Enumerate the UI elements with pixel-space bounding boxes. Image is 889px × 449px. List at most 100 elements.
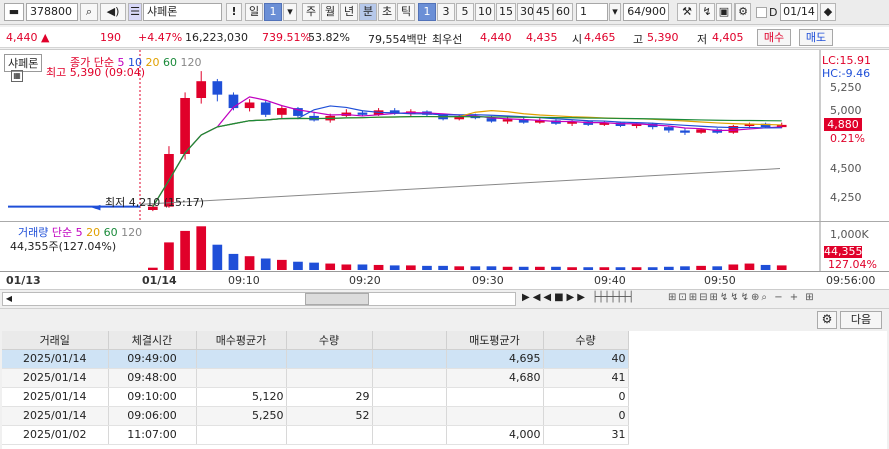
speaker-icon[interactable]: ◀): [100, 3, 126, 21]
table-cell: 2025/01/14: [2, 387, 109, 407]
volume-bar: [325, 263, 336, 270]
search-icon[interactable]: ⌕: [80, 3, 98, 21]
volume-bar: [212, 244, 223, 270]
col-header[interactable]: 체결시간: [108, 331, 197, 350]
trade-amount: 79,554백만: [368, 33, 427, 46]
minute-3[interactable]: 3: [437, 3, 455, 21]
volume-bar: [180, 230, 190, 270]
table-cell: [196, 425, 287, 445]
interval-input[interactable]: 1: [576, 3, 608, 21]
table-row[interactable]: 2025/01/02 11:07:00 4,000 31: [2, 425, 629, 445]
candle-body: [212, 81, 223, 95]
table-toolbar: ⚙ 다음: [0, 308, 889, 331]
minute-10[interactable]: 10: [475, 3, 495, 21]
table-cell: 2025/01/02: [2, 425, 109, 445]
tab-day[interactable]: 일: [245, 3, 263, 21]
chart-scrollbar[interactable]: ◀: [2, 292, 516, 306]
playback-controls[interactable]: ▶◀◀■▶▶: [522, 292, 588, 303]
table-cell: [372, 425, 447, 445]
drawing-tools[interactable]: ⊞⊡⊞⊟⊞↯↯↯⊕⌕ − + ⊞: [668, 292, 816, 303]
table-cell: 2025/01/14: [2, 368, 109, 388]
hc-value: HC:-9.46: [822, 67, 871, 80]
chevron-down-icon[interactable]: ▾: [283, 3, 297, 21]
col-header[interactable]: 수량: [543, 331, 629, 350]
ask-price: 4,440: [480, 31, 512, 44]
stock-name-field[interactable]: 샤페론: [143, 3, 222, 21]
volume-bar: [599, 267, 610, 270]
col-header[interactable]: 거래일: [2, 331, 109, 350]
table-row[interactable]: 2025/01/14 09:10:00 5,120 29 0: [2, 387, 629, 407]
table-cell: [286, 425, 373, 445]
minute-60[interactable]: 60: [553, 3, 573, 21]
volume-bar: [502, 266, 513, 270]
tools-icon[interactable]: ⚒: [677, 3, 697, 21]
x-label: 09:10: [228, 274, 260, 287]
volume-bar: [228, 253, 239, 270]
col-header[interactable]: 수량: [286, 331, 373, 350]
period-count[interactable]: 1: [264, 3, 282, 21]
tab-minute[interactable]: 분: [359, 3, 377, 21]
date-check-label: D: [769, 6, 778, 19]
candle-body: [277, 108, 287, 115]
low-annotation: 최저 4,210 (15:17): [105, 196, 205, 209]
chevron-down-icon[interactable]: ▾: [609, 3, 621, 21]
tab-month[interactable]: 월: [321, 3, 339, 21]
price-change-pct: +4.47%: [138, 31, 183, 44]
table-row[interactable]: 2025/01/14 09:49:00 4,695 40: [2, 349, 629, 369]
vol-axis-label: 1,000K: [830, 228, 869, 241]
info-bar: 4,440 ▲ 190 +4.47% 16,223,030 739.51% 53…: [0, 27, 889, 48]
minute-1[interactable]: 1: [418, 3, 436, 21]
menu-icon[interactable]: ▬: [4, 3, 24, 21]
favorite-icon[interactable]: ☰: [128, 3, 142, 21]
next-button[interactable]: 다음: [840, 311, 882, 329]
minute-15[interactable]: 15: [496, 3, 516, 21]
col-header[interactable]: [372, 331, 447, 350]
sell-button[interactable]: 매도: [799, 29, 833, 46]
save-icon[interactable]: ▣: [716, 3, 732, 21]
y-tick: 4,250: [830, 191, 862, 204]
tab-week[interactable]: 주: [302, 3, 320, 21]
table-row[interactable]: 2025/01/14 09:06:00 5,250 52 0: [2, 406, 629, 426]
minute-5[interactable]: 5: [456, 3, 474, 21]
tab-year[interactable]: 년: [340, 3, 358, 21]
settings-icon[interactable]: ⚙: [735, 3, 751, 21]
stock-code-input[interactable]: 378800: [26, 3, 78, 21]
tab-second[interactable]: 초: [378, 3, 396, 21]
spinner-icon[interactable]: ◆: [820, 3, 836, 21]
table-cell: 4,695: [446, 349, 544, 369]
volume-bar: [728, 264, 739, 270]
volume-bar: [583, 267, 594, 270]
scroll-thumb[interactable]: [305, 293, 369, 305]
candle-body: [228, 94, 239, 109]
table-cell: 41: [543, 368, 629, 388]
col-header[interactable]: 매수평균가: [196, 331, 287, 350]
table-cell: [446, 387, 544, 407]
open-label: 시: [572, 33, 583, 46]
open-price: 4,465: [584, 31, 616, 44]
table-cell: [372, 349, 447, 369]
candle-body: [196, 81, 207, 98]
tab-tick[interactable]: 틱: [397, 3, 415, 21]
table-cell: 09:49:00: [108, 349, 197, 369]
settings-icon[interactable]: ⚙: [817, 311, 837, 329]
count-input[interactable]: 64/900: [623, 3, 669, 21]
warning-button[interactable]: !: [226, 3, 242, 21]
x-label: 01/13: [6, 274, 41, 287]
zoom-slider[interactable]: ├┼┼┼┼┼┤: [592, 292, 634, 303]
candle-body: [502, 119, 513, 122]
date-input[interactable]: 01/14: [780, 3, 818, 21]
draw-icon[interactable]: ↯: [699, 3, 715, 21]
table-cell: [196, 368, 287, 388]
volume-chart[interactable]: 거래량 단순 5 20 60 120 44,355주(127.04%) 1,00…: [0, 221, 889, 272]
scroll-left-icon[interactable]: ◀: [3, 293, 15, 305]
buy-button[interactable]: 매수: [757, 29, 791, 46]
grid-icon[interactable]: ▦: [11, 70, 23, 82]
minute-45[interactable]: 45: [533, 3, 553, 21]
col-header[interactable]: 매도평균가: [446, 331, 544, 350]
volume-bar: [148, 267, 158, 270]
table-row[interactable]: 2025/01/14 09:48:00 4,680 41: [2, 368, 629, 388]
current-price-tag: 4,880: [824, 118, 862, 131]
table-cell: 4,000: [446, 425, 544, 445]
table-cell: 09:06:00: [108, 406, 197, 426]
date-checkbox[interactable]: [756, 7, 767, 18]
